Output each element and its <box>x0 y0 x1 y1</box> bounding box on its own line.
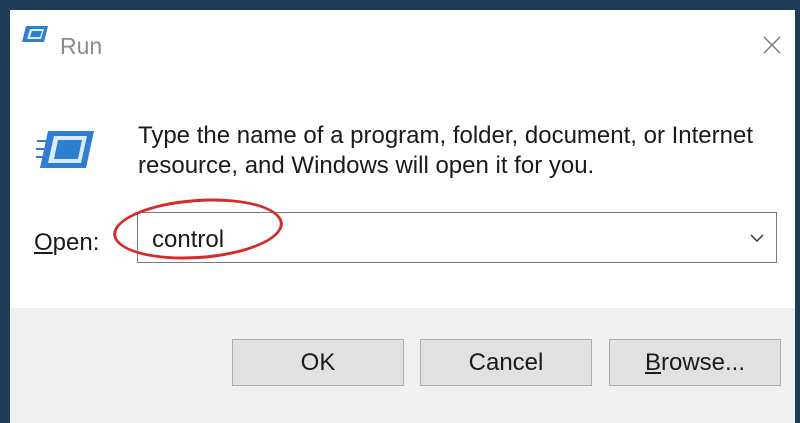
window-border-left <box>0 0 10 423</box>
close-button[interactable] <box>754 27 790 63</box>
close-icon <box>763 36 781 54</box>
dialog-body <box>10 72 795 308</box>
browse-button[interactable]: Browse... <box>609 339 781 386</box>
open-label-text: pen: <box>52 229 100 256</box>
chevron-down-icon <box>750 234 764 243</box>
open-input[interactable] <box>152 226 712 254</box>
ok-button[interactable]: OK <box>232 339 404 386</box>
browse-accelerator: B <box>644 348 661 376</box>
run-icon <box>36 131 94 168</box>
open-dropdown-button[interactable] <box>744 225 770 251</box>
cancel-button[interactable]: Cancel <box>420 339 592 386</box>
browse-label: rowse... <box>660 348 746 376</box>
window-border-top <box>0 0 800 10</box>
window-title: Run <box>60 33 103 59</box>
dialog-description: Type the name of a program, folder, docu… <box>138 122 754 179</box>
open-combobox[interactable] <box>137 212 777 263</box>
title-bar[interactable] <box>10 10 795 72</box>
run-dialog: Run Type the name of a program, folder, … <box>0 0 800 423</box>
open-label-accelerator: O <box>34 229 53 256</box>
open-label: Open: <box>34 229 99 257</box>
window-border-right <box>795 0 800 423</box>
run-icon <box>22 26 48 42</box>
